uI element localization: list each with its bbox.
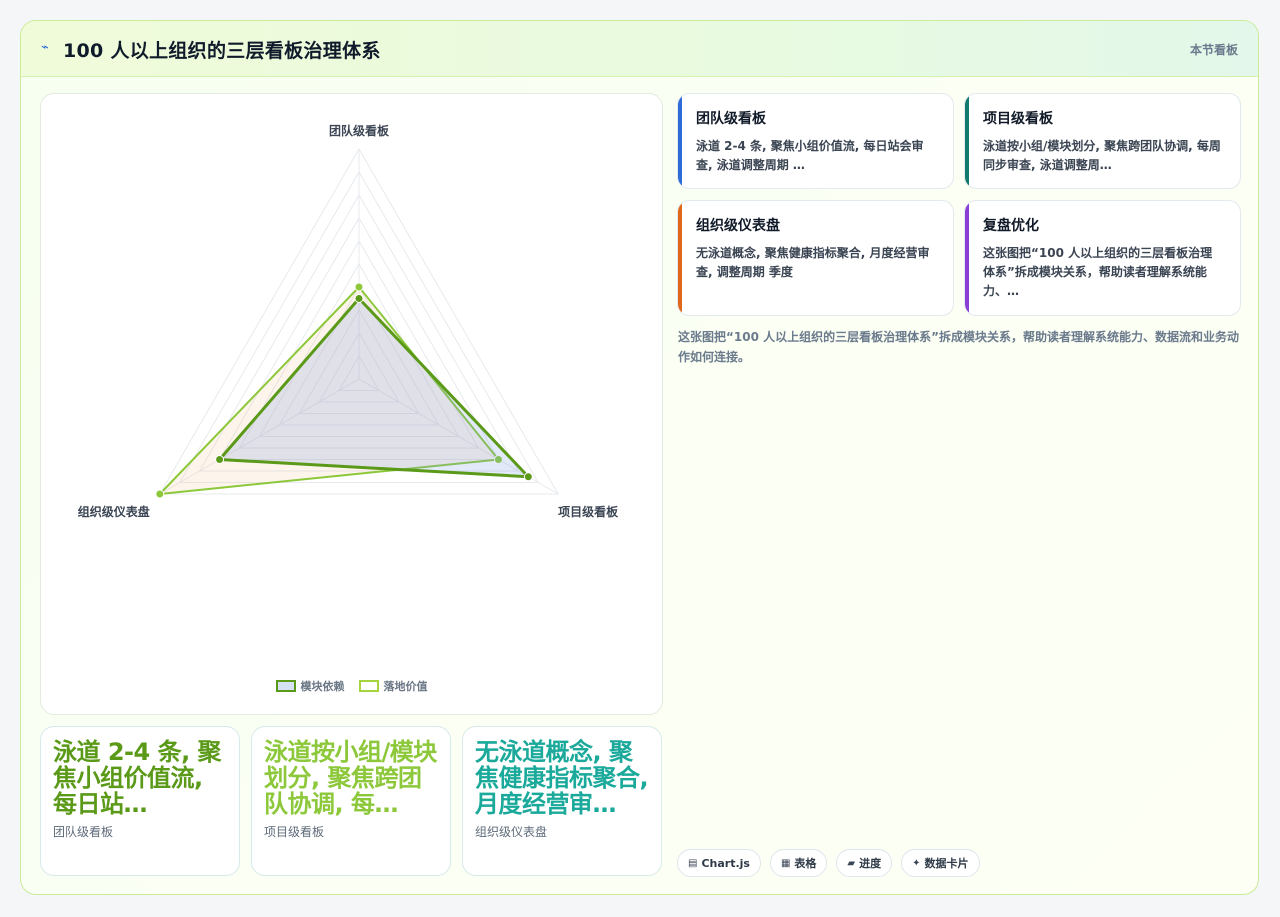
chip-label: 表格 [794, 857, 817, 870]
info-card-project[interactable]: 项目级看板 泳道按小组/模块划分, 聚焦跨团队协调, 每周同步审查, 泳道调整周… [964, 93, 1241, 189]
radar-point [354, 282, 364, 292]
card-title: 项目级看板 [983, 111, 1053, 127]
card-accent-bar [965, 201, 969, 315]
metric-label: 项目级看板 [264, 825, 325, 839]
radar-chart: 团队级看板项目级看板 组织级仪表盘 [78, 123, 619, 519]
card-title: 团队级看板 [696, 111, 766, 127]
chip-chartjs[interactable]: ▤ Chart.js [677, 849, 761, 877]
legend-swatch-series-1 [275, 680, 296, 692]
chart-legend: 模块依赖 落地价值 [41, 678, 662, 694]
tech-chips: ▤ Chart.js ▦ 表格 ▰ 进度 ✦ 数据卡片 [677, 849, 980, 877]
dashboard-frame: ⌁ 100 人以上组织的三层看板治理体系 本节看板 团队级看板 项目级看板 组织级仪… [20, 20, 1259, 895]
radar-point [215, 455, 225, 464]
sparkle-icon: ✦ [912, 857, 921, 869]
card-body: 无泳道概念, 聚焦健康指标聚合, 月度经营审查, 调整周期 季度 [696, 246, 930, 279]
chip-label: 数据卡片 [924, 857, 969, 870]
info-card-review[interactable]: 复盘优化 这张图把“100 人以上组织的三层看板治理体系”拆成模块关系，帮助读者… [964, 200, 1241, 316]
radar-axis-label: 团队级看板 [329, 123, 390, 138]
chart-description: 这张图把“100 人以上组织的三层看板治理体系”拆成模块关系，帮助读者理解系统能… [678, 330, 1240, 364]
radar-chart-card: 团队级看板项目级看板 组织级仪表盘 模块依赖 落地价值 [40, 93, 663, 715]
page-title: 100 人以上组织的三层看板治理体系 [63, 40, 381, 62]
chip-label: Chart.js [701, 856, 750, 870]
legend-item-series-1[interactable]: 模块依赖 [275, 678, 345, 694]
spark-icon: ⌁ [41, 40, 49, 55]
info-card-team[interactable]: 团队级看板 泳道 2-4 条, 聚焦小组价值流, 每日站会审查, 泳道调整周期 … [677, 93, 954, 189]
card-title: 复盘优化 [983, 218, 1039, 234]
legend-label-series-1: 模块依赖 [300, 680, 345, 693]
radar-point [523, 472, 533, 482]
section-tag: 本节看板 [1189, 43, 1238, 57]
progress-icon: ▰ [847, 857, 856, 869]
metric-label: 团队级看板 [53, 825, 114, 839]
card-accent-bar [678, 94, 682, 188]
table-icon: ▦ [780, 857, 791, 869]
metric-value: 泳道按小组/模块划分, 聚焦跨团队协调, 每… [264, 738, 437, 818]
metric-card-org: 无泳道概念, 聚焦健康指标聚合, 月度经营审… 组织级仪表盘 [462, 726, 662, 876]
info-card-org[interactable]: 组织级仪表盘 无泳道概念, 聚焦健康指标聚合, 月度经营审查, 调整周期 季度 [677, 200, 954, 316]
metric-value: 泳道 2-4 条, 聚焦小组价值流, 每日站… [53, 738, 222, 818]
legend-label-series-2: 落地价值 [383, 680, 428, 693]
chip-table[interactable]: ▦ 表格 [769, 849, 828, 877]
legend-item-series-2[interactable]: 落地价值 [358, 678, 428, 694]
radar-point [354, 294, 364, 303]
card-body: 泳道按小组/模块划分, 聚焦跨团队协调, 每周同步审查, 泳道调整周… [983, 139, 1221, 172]
metric-value: 无泳道概念, 聚焦健康指标聚合, 月度经营审… [475, 738, 649, 818]
card-title: 组织级仪表盘 [696, 218, 780, 234]
metric-card-project: 泳道按小组/模块划分, 聚焦跨团队协调, 每… 项目级看板 [251, 726, 451, 876]
card-accent-bar [678, 201, 682, 315]
radar-axis-label: 项目级看板 [558, 504, 619, 519]
card-accent-bar [965, 94, 969, 188]
section-header: ⌁ 100 人以上组织的三层看板治理体系 本节看板 [21, 21, 1258, 77]
legend-swatch-series-2 [358, 680, 379, 692]
metric-label: 组织级仪表盘 [475, 825, 548, 839]
metric-card-team: 泳道 2-4 条, 聚焦小组价值流, 每日站… 团队级看板 [40, 726, 240, 876]
chip-progress[interactable]: ▰ 进度 [836, 849, 893, 877]
chip-label: 进度 [859, 857, 882, 870]
radar-point [155, 489, 165, 499]
chip-data-card[interactable]: ✦ 数据卡片 [901, 849, 980, 877]
radar-axis-label: 组织级仪表盘 [78, 504, 150, 519]
chart-icon: ▤ [688, 857, 698, 869]
card-body: 这张图把“100 人以上组织的三层看板治理体系”拆成模块关系，帮助读者理解系统能… [983, 246, 1213, 298]
card-body: 泳道 2-4 条, 聚焦小组价值流, 每日站会审查, 泳道调整周期 … [696, 139, 924, 172]
